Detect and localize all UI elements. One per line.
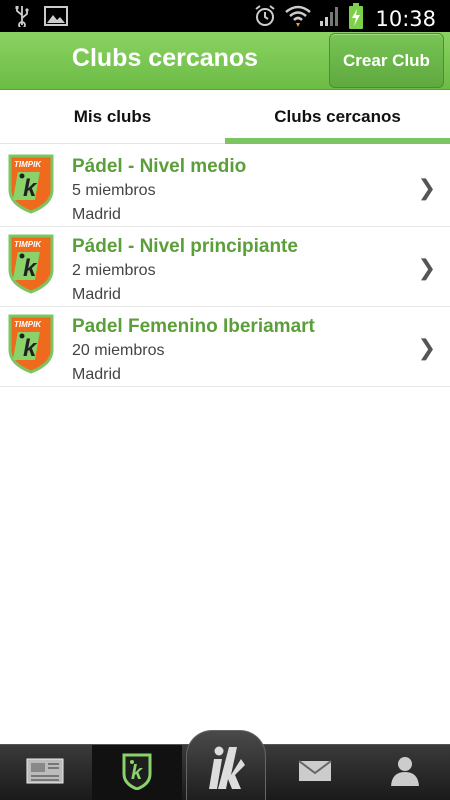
club-list: TIMPIK k Pádel - Nivel medio 5 miembros …	[0, 147, 450, 387]
club-city: Madrid	[72, 206, 121, 223]
svg-text:TIMPIK: TIMPIK	[14, 240, 42, 249]
tab-selected-indicator	[225, 138, 450, 144]
clubs-shield-icon: k	[121, 752, 153, 795]
nav-clubs[interactable]: k	[92, 745, 182, 800]
tab-clubs-cercanos[interactable]: Clubs cercanos	[225, 90, 450, 144]
alarm-icon	[253, 4, 277, 33]
wifi-icon	[285, 4, 312, 33]
chevron-right-icon: ❯	[417, 175, 436, 200]
club-logo: TIMPIK k	[8, 314, 54, 374]
svg-text:k: k	[23, 175, 38, 202]
svg-text:TIMPIK: TIMPIK	[14, 160, 42, 169]
club-name: Pádel - Nivel medio	[72, 156, 247, 177]
club-name: Padel Femenino Iberiamart	[72, 316, 315, 337]
profile-icon	[390, 755, 420, 792]
svg-text:TIMPIK: TIMPIK	[14, 320, 42, 329]
svg-text:k: k	[23, 335, 38, 362]
timpik-home-icon	[209, 745, 245, 796]
club-logo: TIMPIK k	[8, 154, 54, 214]
chevron-right-icon: ❯	[417, 255, 436, 280]
status-time: 10:38	[375, 6, 436, 31]
club-city: Madrid	[72, 286, 121, 303]
club-logo: TIMPIK k	[8, 234, 54, 294]
create-club-button[interactable]: Crear Club	[329, 33, 444, 88]
club-list-item[interactable]: TIMPIK k Padel Femenino Iberiamart 20 mi…	[0, 307, 450, 387]
nav-news[interactable]	[0, 745, 90, 800]
signal-icon	[319, 5, 341, 32]
svg-text:k: k	[131, 762, 143, 784]
nav-messages[interactable]	[270, 745, 360, 800]
club-name: Pádel - Nivel principiante	[72, 236, 298, 257]
club-list-item[interactable]: TIMPIK k Pádel - Nivel medio 5 miembros …	[0, 147, 450, 227]
battery-charging-icon	[349, 3, 364, 34]
status-bar: 10:38	[0, 0, 450, 32]
nav-profile[interactable]	[360, 745, 450, 800]
tab-mis-clubs[interactable]: Mis clubs	[0, 90, 225, 144]
page-title: Clubs cercanos	[71, 44, 259, 72]
club-members: 5 miembros	[72, 182, 156, 199]
club-members: 2 miembros	[72, 262, 156, 279]
action-bar: Clubs cercanos Crear Club	[0, 32, 450, 90]
image-icon	[44, 6, 68, 31]
club-list-item[interactable]: TIMPIK k Pádel - Nivel principiante 2 mi…	[0, 227, 450, 307]
mail-icon	[298, 759, 332, 788]
club-members: 20 miembros	[72, 342, 165, 359]
chevron-right-icon: ❯	[417, 335, 436, 360]
news-icon	[25, 756, 65, 791]
nav-home[interactable]	[186, 730, 266, 800]
usb-icon	[14, 5, 30, 32]
tab-bar: Mis clubs Clubs cercanos	[0, 90, 450, 144]
svg-text:k: k	[23, 255, 38, 282]
club-city: Madrid	[72, 366, 121, 383]
